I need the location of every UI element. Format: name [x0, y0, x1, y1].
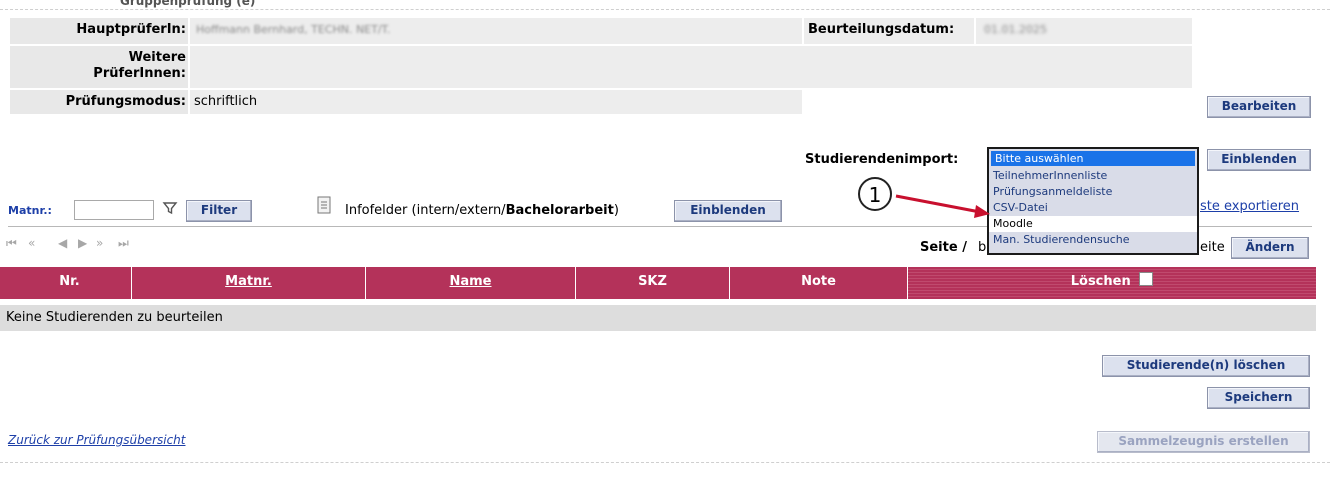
dropdown-option-exam-registration-list[interactable]: Prüfungsanmeldeliste [989, 184, 1197, 200]
edit-button[interactable]: Bearbeiten [1207, 96, 1311, 118]
import-show-button[interactable]: Einblenden [1207, 149, 1311, 171]
col-nr-label: Nr. [59, 274, 80, 289]
mode-value: schriftlich [194, 94, 258, 109]
select-all-checkbox[interactable] [1139, 272, 1154, 286]
date-label: Beurteilungsdatum: [808, 22, 955, 37]
back-to-overview-link[interactable]: Zurück zur Prüfungsübersicht [8, 433, 186, 447]
col-delete: Löschen [908, 267, 1316, 299]
col-matnr[interactable]: Matnr. [132, 267, 366, 299]
other-examiners-value-cell [190, 46, 1192, 88]
examiner-value: Hoffmann Bernhard, TECHN. NET/T. [196, 23, 391, 36]
prev-page-icon[interactable]: ◀ [58, 236, 67, 250]
filter-button[interactable]: Filter [186, 200, 252, 222]
funnel-icon [162, 202, 178, 215]
col-skz[interactable]: SKZ [576, 267, 730, 299]
callout-number: 1 [868, 183, 882, 207]
other-examiners-label-1: Weitere [128, 50, 186, 65]
infofelder-show-button[interactable]: Einblenden [674, 200, 782, 222]
col-delete-label: Löschen [1070, 274, 1131, 289]
dropdown-option-please-select[interactable]: Bitte auswählen [991, 151, 1195, 166]
col-name-label: Name [449, 274, 492, 289]
pager-eite-text: eite [1200, 240, 1225, 255]
delete-students-button[interactable]: Studierende(n) löschen [1102, 355, 1310, 377]
first-page-icon[interactable]: ⏮ [6, 236, 17, 251]
table-header: Nr. Matnr. Name SKZ Note Löschen [0, 267, 1316, 299]
dropdown-option-csv-file[interactable]: CSV-Datei [989, 200, 1197, 216]
col-name[interactable]: Name [366, 267, 576, 299]
infofelder-suffix: ) [613, 203, 619, 218]
matnr-label: Matnr.: [8, 204, 52, 217]
dropdown-option-manual-search[interactable]: Man. Studierendensuche [989, 232, 1197, 248]
mode-label: Prüfungsmodus: [65, 94, 186, 109]
infofelder-bold: Bachelorarbeit [505, 203, 614, 218]
change-page-button[interactable]: Ändern [1231, 237, 1309, 259]
dropdown-option-participant-list[interactable]: TeilnehmerInnenliste [989, 168, 1197, 184]
import-dropdown[interactable]: Bitte auswählen TeilnehmerInnenliste Prü… [987, 147, 1199, 255]
torn-edge-bottom [0, 462, 1330, 463]
export-list-link[interactable]: ste exportieren [1200, 199, 1299, 214]
date-value: 01.01.2025 [984, 23, 1047, 36]
other-examiners-label-2: PrüferInnen: [93, 66, 186, 81]
infofelder-prefix: Infofelder (intern/extern/ [345, 203, 506, 218]
callout-badge: 1 [858, 177, 892, 211]
col-note[interactable]: Note [730, 267, 908, 299]
empty-message: Keine Studierenden zu beurteilen [6, 310, 223, 325]
torn-edge-top [0, 0, 1330, 10]
save-button[interactable]: Speichern [1207, 387, 1310, 409]
col-nr[interactable]: Nr. [8, 267, 132, 299]
next-fast-icon[interactable]: » [96, 236, 103, 250]
mode-value-cell [190, 90, 802, 114]
pager-b-text: b [978, 240, 987, 255]
collective-certificate-button: Sammelzeugnis erstellen [1097, 431, 1310, 453]
import-label: Studierendenimport: [805, 152, 959, 167]
col-note-label: Note [801, 274, 836, 289]
document-icon [317, 196, 331, 214]
matnr-input[interactable] [74, 200, 154, 220]
col-matnr-label: Matnr. [225, 274, 272, 289]
dropdown-option-moodle[interactable]: Moodle [989, 216, 1197, 232]
next-page-icon[interactable]: ▶ [78, 236, 87, 250]
prev-fast-icon[interactable]: « [28, 236, 35, 250]
examiner-label: HauptprüferIn: [76, 22, 186, 37]
col-skz-label: SKZ [638, 274, 667, 289]
last-page-icon[interactable]: ⏭ [118, 236, 129, 251]
infofelder-text: Infofelder (intern/extern/Bachelorarbeit… [345, 203, 619, 218]
pager-seite-text: Seite / [920, 240, 967, 255]
